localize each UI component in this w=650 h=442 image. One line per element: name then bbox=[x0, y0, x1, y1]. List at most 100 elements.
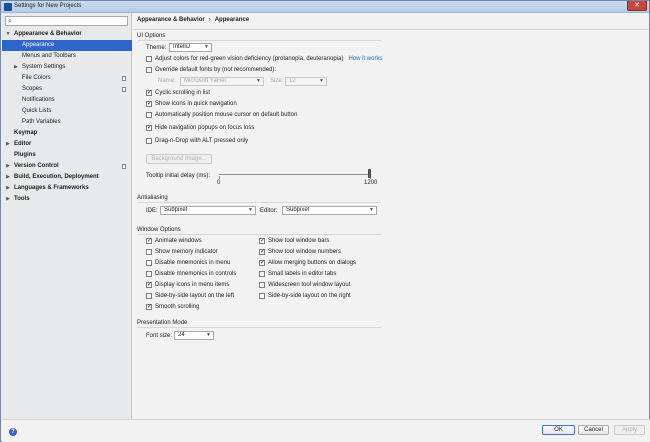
tree-item[interactable]: Menus and Toolbars bbox=[2, 51, 132, 62]
checkbox-label: Widescreen tool window layout bbox=[268, 282, 351, 288]
background-image-button[interactable]: Background Image... bbox=[146, 154, 212, 164]
tree-item-label: Menus and Toolbars bbox=[22, 53, 76, 59]
adjust-colors-checkbox[interactable]: Adjust colors for red-green vision defic… bbox=[146, 55, 382, 64]
ide-aa-select[interactable]: Subpixel ▼ bbox=[160, 206, 256, 215]
tree-item-label: Version Control bbox=[14, 163, 59, 169]
window-option-checkbox[interactable]: Show tool window numbers bbox=[259, 248, 341, 257]
title-bar[interactable]: Settings for New Projects ✕ bbox=[1, 1, 649, 13]
ok-button[interactable]: OK bbox=[542, 425, 575, 435]
breadcrumb-current: Appearance bbox=[214, 17, 250, 23]
tree-item[interactable]: Quick Lists bbox=[2, 106, 132, 117]
checkbox-box bbox=[146, 238, 152, 244]
font-name-select[interactable]: Microsoft YaHei ▼ bbox=[180, 77, 264, 86]
presentation-font-size-label: Font size: bbox=[146, 333, 173, 339]
close-button[interactable]: ✕ bbox=[627, 1, 647, 11]
window-option-checkbox[interactable]: Show tool window bars bbox=[259, 237, 329, 246]
tooltip-min-label: 0 bbox=[217, 180, 221, 186]
section-divider bbox=[137, 40, 381, 41]
checkbox-box bbox=[146, 67, 152, 73]
checkbox-label: Display icons in menu items bbox=[155, 282, 230, 288]
override-fonts-checkbox[interactable]: Override default fonts by (not recommend… bbox=[146, 66, 276, 75]
project-level-icon bbox=[122, 164, 126, 169]
checkbox-box bbox=[146, 56, 152, 62]
chevron-down-icon: ▼ bbox=[369, 207, 374, 213]
chevron-right-icon[interactable]: ▶ bbox=[5, 172, 11, 183]
help-icon[interactable]: ? bbox=[9, 428, 17, 436]
tree-item-label: Tools bbox=[14, 196, 30, 202]
drag-drop-checkbox[interactable]: Drag-n-Drop with ALT pressed only bbox=[146, 137, 248, 146]
search-input[interactable]: ⌕ bbox=[5, 16, 128, 26]
window-option-checkbox[interactable]: Allow merging buttons on dialogs bbox=[259, 259, 356, 268]
checkbox-label: Side-by-side layout on the left bbox=[155, 293, 235, 299]
checkbox-label: Adjust colors for red-green vision defic… bbox=[155, 56, 344, 62]
apply-button[interactable]: Apply bbox=[614, 425, 645, 435]
checkbox-box bbox=[259, 238, 265, 244]
tree-item-label: Keymap bbox=[14, 130, 38, 136]
checkbox-label: Show memory indicator bbox=[155, 249, 218, 255]
tree-item[interactable]: Scopes bbox=[2, 84, 132, 95]
tree-item-label: Quick Lists bbox=[22, 108, 52, 114]
checkbox-label: Smooth scrolling bbox=[155, 304, 200, 310]
tree-item[interactable]: Appearance bbox=[2, 40, 132, 51]
editor-aa-select[interactable]: Subpixel ▼ bbox=[282, 206, 377, 215]
tree-item-label: Plugins bbox=[14, 152, 36, 158]
tree-item[interactable]: Plugins bbox=[2, 150, 132, 161]
tree-item[interactable]: ▼ Appearance & Behavior bbox=[2, 29, 132, 40]
theme-select[interactable]: IntelliJ ▼ bbox=[169, 43, 212, 52]
checkbox-label: Disable mnemonics in menu bbox=[155, 260, 231, 266]
chevron-right-icon[interactable]: ▶ bbox=[5, 183, 11, 194]
chevron-down-icon: ▼ bbox=[319, 78, 324, 84]
tree-item[interactable]: ▶ Tools bbox=[2, 194, 132, 205]
window-option-checkbox[interactable]: Animate windows bbox=[146, 237, 202, 246]
tree-item-label: File Colors bbox=[22, 75, 51, 81]
tree-item[interactable]: Path Variables bbox=[2, 117, 132, 128]
tree-item[interactable]: Notifications bbox=[2, 95, 132, 106]
chevron-down-icon: ▼ bbox=[206, 332, 211, 338]
chevron-right-icon[interactable]: ▶ bbox=[5, 139, 11, 150]
checkbox-label: Hide navigation popups on focus loss bbox=[155, 125, 255, 131]
checkbox-box bbox=[146, 282, 152, 288]
chevron-right-icon[interactable]: ▶ bbox=[13, 62, 19, 73]
checkbox-box bbox=[259, 282, 265, 288]
font-size-select[interactable]: 12 ▼ bbox=[285, 77, 327, 86]
section-presentation-mode: Presentation Mode bbox=[137, 320, 188, 326]
tree-item[interactable]: ▶ Build, Execution, Deployment bbox=[2, 172, 132, 183]
window-option-checkbox[interactable]: Widescreen tool window layout bbox=[259, 281, 350, 290]
cancel-button[interactable]: Cancel bbox=[578, 425, 609, 435]
tree-item[interactable]: ▶ Version Control bbox=[2, 161, 132, 172]
checkbox-label: Allow merging buttons on dialogs bbox=[268, 260, 357, 266]
cyclic-scrolling-checkbox[interactable]: Cyclic scrolling in list bbox=[146, 89, 210, 98]
tree-item-label: Editor bbox=[14, 141, 32, 147]
window-option-checkbox[interactable]: Small labels in editor tabs bbox=[259, 270, 336, 279]
window-option-checkbox[interactable]: Side-by-side layout on the right bbox=[259, 292, 351, 301]
presentation-font-size-select[interactable]: 24 ▼ bbox=[174, 331, 214, 340]
tree-item[interactable]: Keymap bbox=[2, 128, 132, 139]
chevron-right-icon[interactable]: ▶ bbox=[5, 161, 11, 172]
window-option-checkbox[interactable]: Disable mnemonics in controls bbox=[146, 270, 236, 279]
tree-item[interactable]: ▶ Languages & Frameworks bbox=[2, 183, 132, 194]
hide-navigation-checkbox[interactable]: Hide navigation popups on focus loss bbox=[146, 124, 254, 133]
auto-mouse-checkbox[interactable]: Automatically position mouse cursor on d… bbox=[146, 111, 297, 120]
checkbox-box bbox=[259, 249, 265, 255]
window-option-checkbox[interactable]: Smooth scrolling bbox=[146, 303, 199, 312]
window-option-checkbox[interactable]: Display icons in menu items bbox=[146, 281, 229, 290]
tree-item[interactable]: File Colors bbox=[2, 73, 132, 84]
tree-item[interactable]: ▶ Editor bbox=[2, 139, 132, 150]
window-option-checkbox[interactable]: Side-by-side layout on the left bbox=[146, 292, 234, 301]
checkbox-label: Small labels in editor tabs bbox=[268, 271, 337, 277]
tree-item[interactable]: ▶ System Settings bbox=[2, 62, 132, 73]
show-icons-checkbox[interactable]: Show icons in quick navigation bbox=[146, 100, 237, 109]
settings-window: Settings for New Projects ✕ ⌕ ▼ Appearanc… bbox=[0, 0, 650, 442]
chevron-right-icon[interactable]: ▶ bbox=[5, 194, 11, 205]
section-antialiasing: Antialiasing bbox=[137, 195, 168, 201]
window-option-checkbox[interactable]: Show memory indicator bbox=[146, 248, 218, 257]
tooltip-slider-thumb[interactable] bbox=[368, 169, 371, 178]
window-option-checkbox[interactable]: Disable mnemonics in menu bbox=[146, 259, 230, 268]
theme-label: Theme: bbox=[146, 45, 167, 51]
how-it-works-link[interactable]: How it works bbox=[348, 56, 382, 62]
font-size-label: Size: bbox=[270, 78, 284, 84]
checkbox-label: Show icons in quick navigation bbox=[155, 101, 237, 107]
checkbox-label: Automatically position mouse cursor on d… bbox=[155, 112, 298, 118]
chevron-down-icon[interactable]: ▼ bbox=[5, 29, 11, 40]
tooltip-slider-track[interactable] bbox=[219, 174, 371, 175]
